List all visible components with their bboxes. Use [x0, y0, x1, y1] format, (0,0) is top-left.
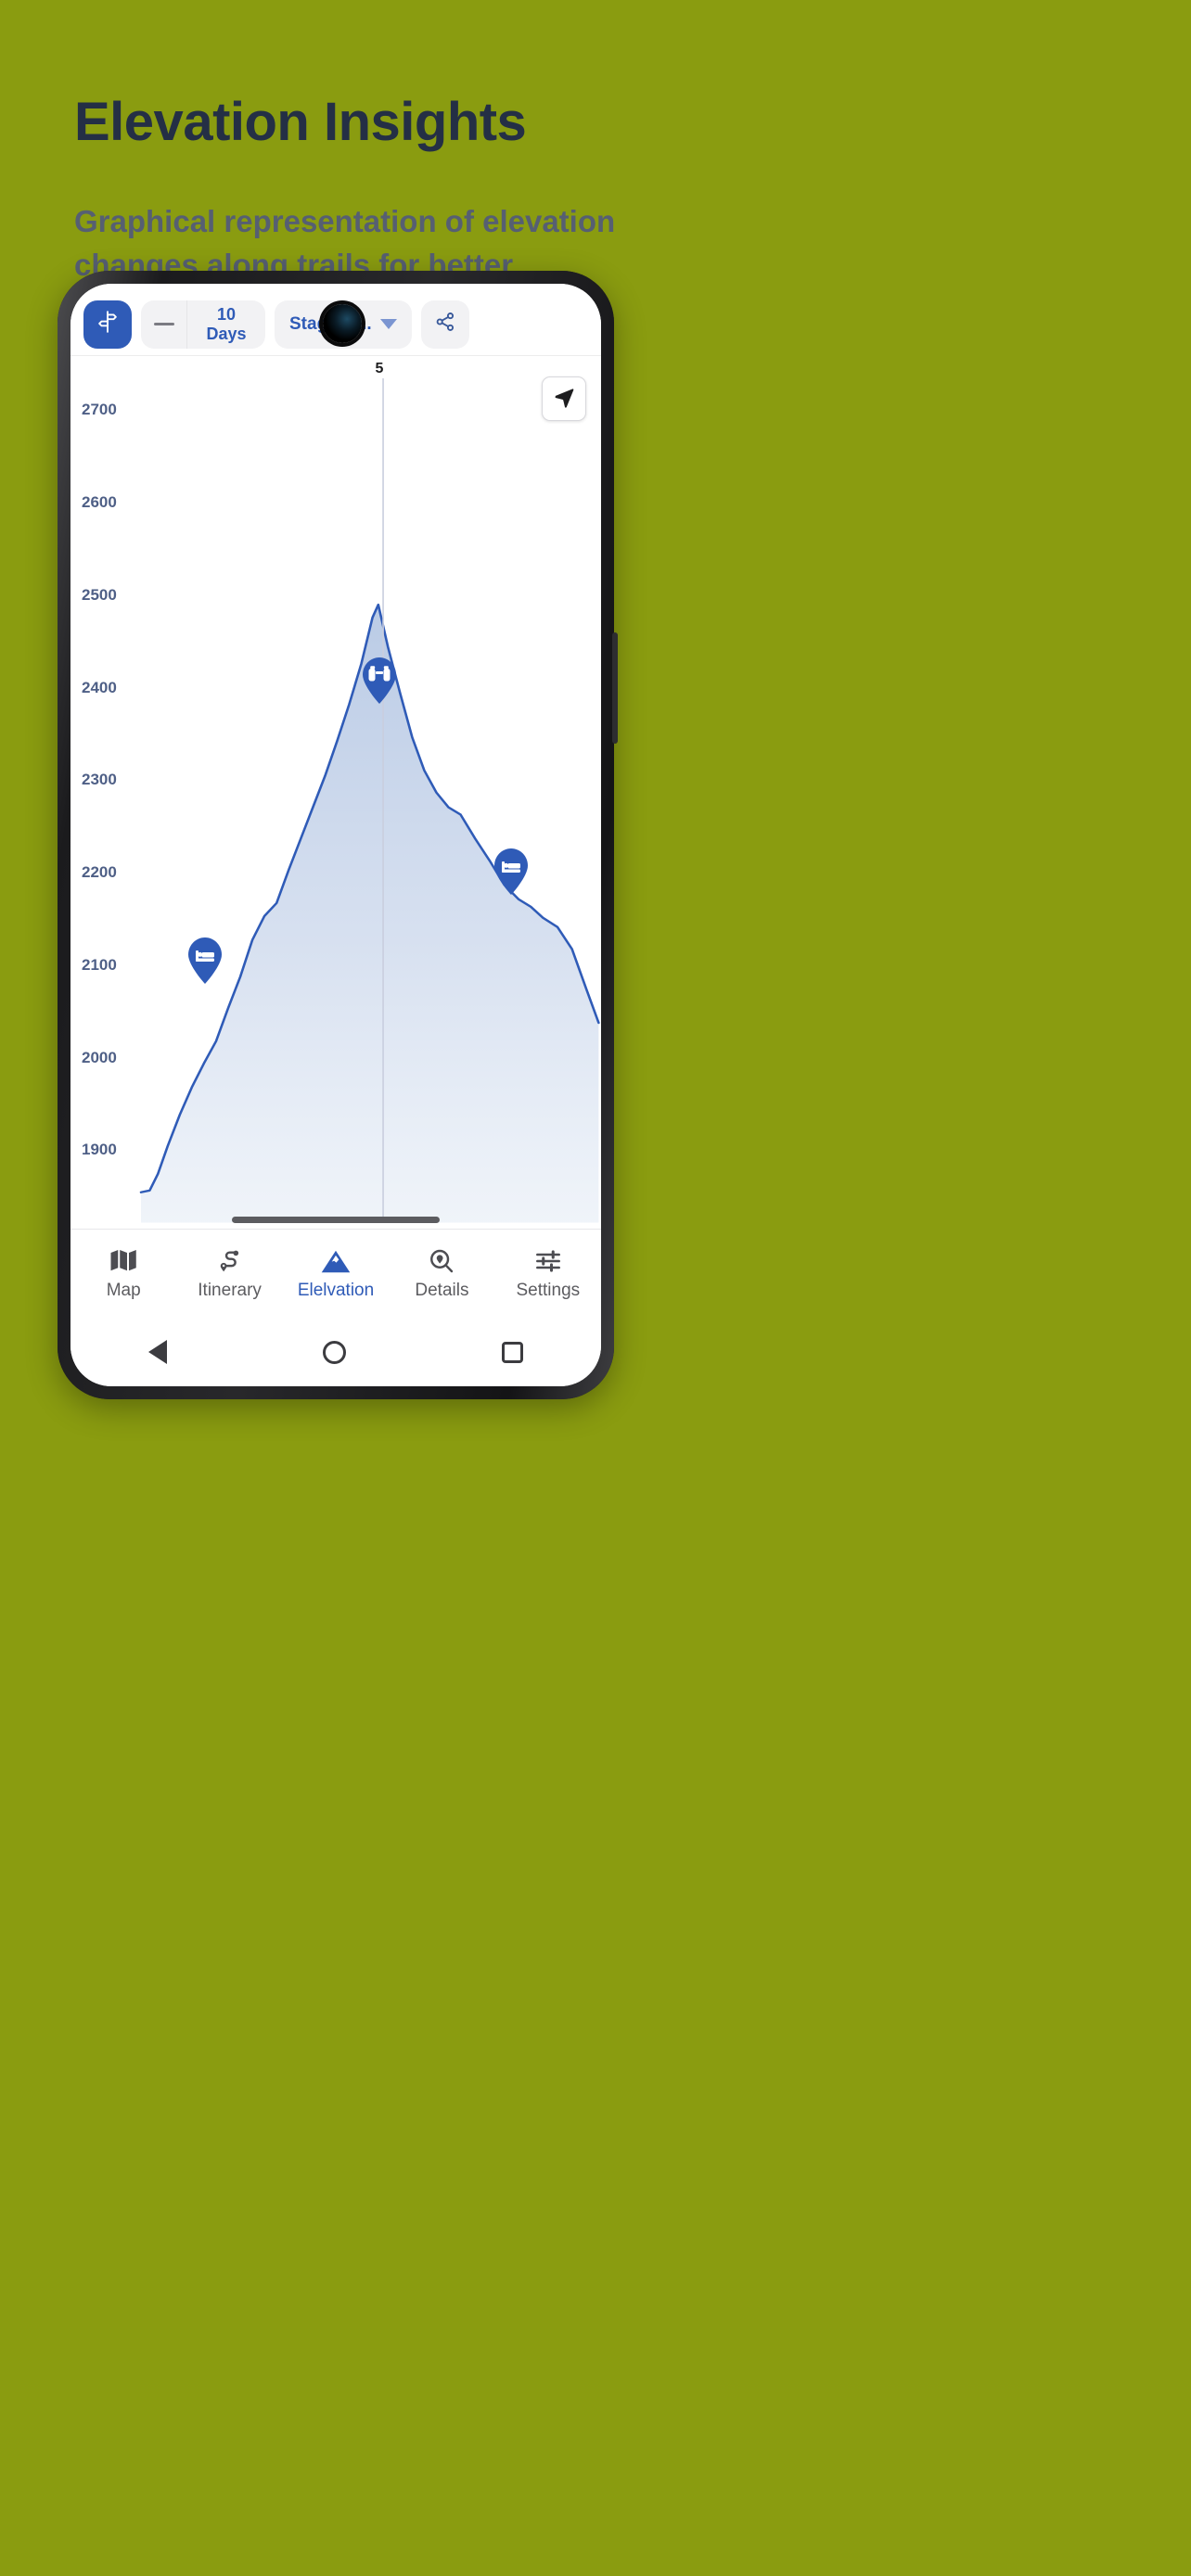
locate-button[interactable] [542, 376, 586, 421]
signpost-icon [96, 310, 120, 338]
bottom-navigation: Map Itinerary Elelvation Details Setting… [70, 1229, 601, 1318]
camera-punch-hole [323, 304, 362, 343]
home-icon[interactable] [323, 1340, 346, 1364]
nav-item-details[interactable]: Details [389, 1246, 494, 1301]
nav-label: Elelvation [297, 1281, 375, 1300]
nav-item-settings[interactable]: Settings [495, 1246, 601, 1301]
recents-icon[interactable] [502, 1341, 523, 1363]
nav-label: Itinerary [198, 1281, 262, 1300]
y-tick-label: 2000 [82, 1048, 117, 1066]
y-tick-label: 2600 [82, 493, 117, 512]
days-stepper-group: 10 Days [141, 300, 265, 349]
nav-item-elevation[interactable]: Elelvation [283, 1246, 389, 1301]
nav-label: Map [106, 1281, 141, 1300]
decrease-days-button[interactable] [141, 300, 187, 349]
power-button[interactable] [612, 632, 618, 744]
back-icon[interactable] [148, 1340, 167, 1364]
chevron-down-icon [379, 319, 397, 329]
route-icon [216, 1246, 244, 1274]
minus-icon [153, 323, 174, 325]
days-value: 10 [216, 305, 237, 325]
mountain-icon [320, 1246, 352, 1274]
navigation-arrow-icon [552, 385, 576, 414]
sliders-icon [534, 1246, 562, 1274]
nav-item-map[interactable]: Map [70, 1246, 176, 1301]
nav-label: Settings [516, 1281, 581, 1300]
days-unit: Days [206, 324, 247, 343]
phone-screen: 10 Days Stage 3 ... [70, 284, 601, 1386]
app-toolbar: 10 Days Stage 3 ... [70, 284, 601, 356]
y-tick-label: 1900 [82, 1141, 117, 1159]
nav-label: Details [415, 1281, 469, 1300]
signpost-button[interactable] [83, 300, 132, 349]
marker-accommodation[interactable] [184, 935, 226, 985]
marker-viewpoint[interactable] [358, 655, 401, 705]
map-icon [109, 1246, 137, 1274]
binoculars-pin-icon [362, 657, 396, 705]
page-title: Elevation Insights [74, 92, 527, 152]
android-system-nav [70, 1318, 601, 1386]
marker-accommodation[interactable] [490, 846, 532, 896]
y-tick-label: 2200 [82, 863, 117, 882]
days-display[interactable]: 10 Days [187, 300, 265, 349]
search-pin-icon [428, 1246, 455, 1274]
y-tick-label: 2700 [82, 401, 117, 419]
elevation-chart[interactable]: 2700 2600 2500 2400 2300 2200 2100 2000 … [70, 356, 601, 1229]
bed-pin-icon [493, 848, 528, 895]
y-tick-label: 2300 [82, 771, 117, 789]
y-tick-label: 2400 [82, 678, 117, 696]
bed-pin-icon [188, 937, 223, 984]
y-tick-label: 2100 [82, 955, 117, 974]
nav-item-itinerary[interactable]: Itinerary [176, 1246, 282, 1301]
phone-mockup: 10 Days Stage 3 ... [58, 271, 618, 1399]
scroll-indicator[interactable] [232, 1217, 440, 1223]
y-tick-label: 2500 [82, 585, 117, 604]
share-button[interactable] [420, 300, 469, 349]
x-tick-label: 5 [375, 361, 384, 376]
share-icon [434, 311, 456, 338]
elevation-chart-svg [139, 378, 600, 1223]
